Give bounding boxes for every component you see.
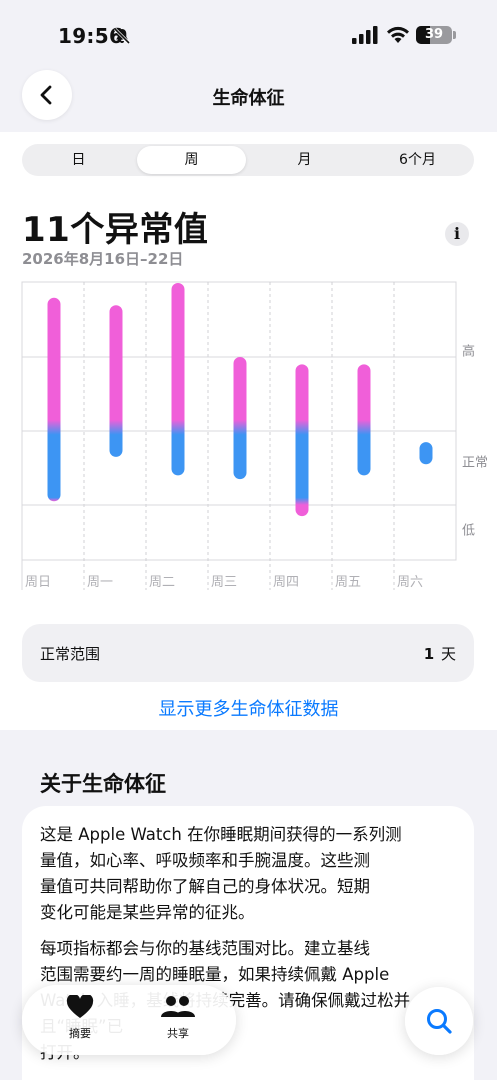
chart-tick-label: 周六	[397, 574, 423, 589]
bell-muted-icon	[113, 27, 131, 45]
chart-tick-label: 周一	[87, 574, 113, 589]
nav-bar: 生命体征	[0, 70, 497, 132]
about-paragraph-1: 这是 Apple Watch 在你睡眠期间获得的一系列测 量值，如心率、呼吸频率…	[40, 822, 450, 926]
chart-range-bar[interactable]	[47, 297, 61, 502]
chart-band-label: 高	[462, 344, 475, 359]
chart-tick-label: 周三	[211, 574, 237, 589]
anomaly-count-title: 11个异常值	[22, 210, 209, 250]
battery-tip	[453, 31, 456, 39]
chart-tick-label: 周二	[149, 574, 175, 589]
chart-band-label: 低	[462, 523, 475, 538]
chart-range-bar[interactable]	[295, 364, 309, 517]
tab-bar: 摘要 共享	[22, 985, 236, 1055]
about-section-title: 关于生命体征	[40, 772, 166, 796]
info-icon[interactable]: i	[445, 222, 469, 246]
wifi-icon	[387, 26, 409, 43]
segment-week[interactable]: 周	[137, 146, 246, 174]
search-icon	[427, 1009, 452, 1034]
period-segmented-control: 日 周 月 6个月	[22, 144, 474, 176]
chart-range-bar[interactable]	[357, 364, 371, 476]
segment-month[interactable]: 月	[250, 146, 359, 174]
battery-level: 39	[424, 27, 444, 42]
chart-tick-label: 周四	[273, 574, 299, 589]
battery-indicator: 39	[416, 26, 452, 44]
page-title: 生命体征	[212, 88, 285, 109]
chart-range-bar[interactable]	[233, 357, 247, 480]
search-button[interactable]	[405, 987, 473, 1055]
about-p1-line: 量值，如心率、呼吸频率和手腕温度。这些测	[40, 851, 370, 870]
about-p2-line: 每项指标都会与你的基线范围对比。建立基线	[40, 939, 370, 958]
show-more-vitals-link[interactable]: 显示更多生命体征数据	[0, 695, 497, 721]
cellular-signal-icon	[352, 26, 378, 44]
chart-range-bar[interactable]	[171, 283, 185, 476]
segment-6-months[interactable]: 6个月	[363, 146, 472, 174]
normal-range-count: 1	[423, 645, 435, 663]
vitals-range-chart: 高正常低周日 周一 周二 周三 周四 周五 周六	[21, 281, 488, 590]
chart-tick-label: 周五	[335, 574, 361, 589]
normal-range-value: 1 天	[424, 643, 456, 664]
about-p1-line: 这是 Apple Watch 在你睡眠期间获得的一系列测	[40, 825, 402, 844]
about-p1-line: 量值可共同帮助你了解自己的身体状况。短期	[40, 877, 370, 896]
people-icon	[161, 996, 195, 1017]
tab-summary-label: 摘要	[69, 1027, 91, 1040]
normal-range-unit: 天	[440, 645, 456, 663]
heart-icon	[66, 993, 94, 1018]
chart-band-label: 正常	[462, 455, 488, 470]
normal-range-row[interactable]: 正常范围 1 天	[22, 624, 474, 682]
vitals-card: 日 周 月 6个月 11个异常值 2026年8月16日–22日 i 高正常低周日…	[0, 132, 497, 730]
tab-summary[interactable]: 摘要	[30, 993, 130, 1041]
tab-sharing-label: 共享	[167, 1027, 189, 1040]
tab-sharing[interactable]: 共享	[128, 995, 228, 1041]
status-bar: 19:56 39	[0, 0, 497, 70]
about-p1-line: 变化可能是某些异常的征兆。	[40, 903, 255, 922]
chart-range-bar[interactable]	[419, 442, 433, 465]
segment-day[interactable]: 日	[24, 146, 133, 174]
normal-range-label: 正常范围	[40, 645, 101, 663]
chart-range-bar[interactable]	[109, 305, 123, 457]
date-range: 2026年8月16日–22日	[22, 250, 184, 268]
chart-tick-label: 周日	[25, 574, 51, 589]
